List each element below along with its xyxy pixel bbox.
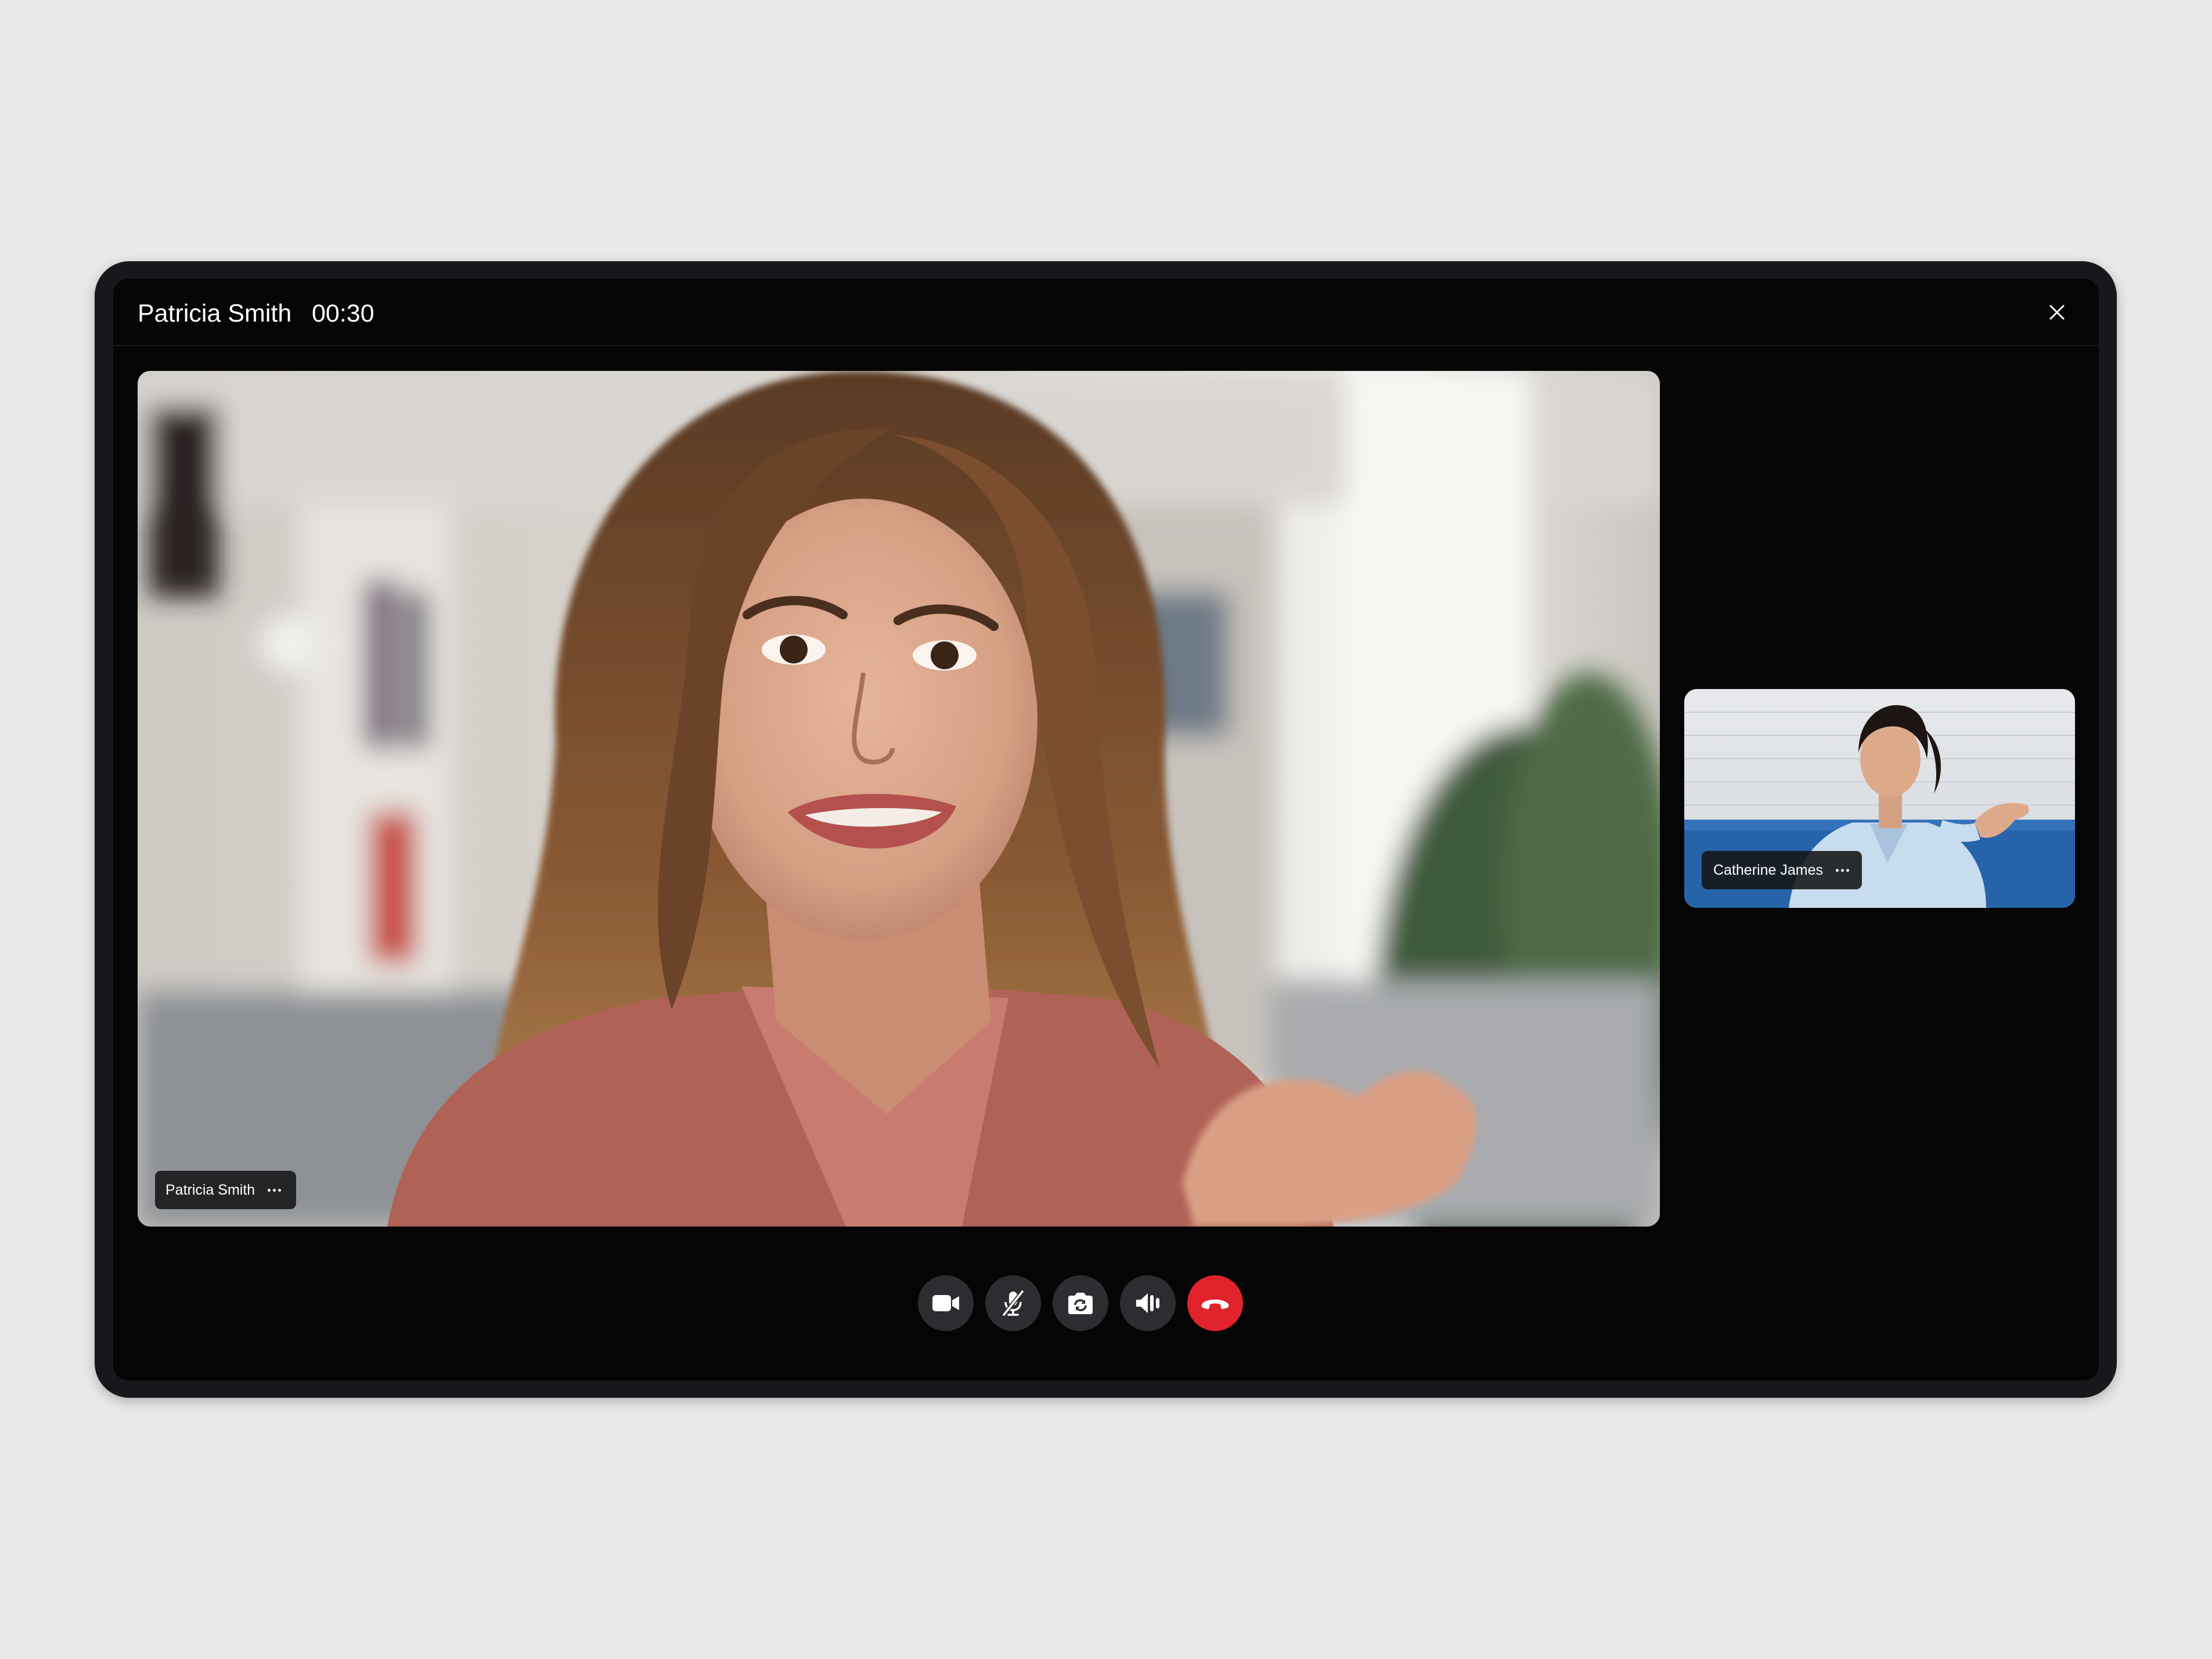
main-participant-name: Patricia Smith <box>165 1181 255 1198</box>
main-participant-more-icon[interactable] <box>268 1188 282 1192</box>
side-participant-label: Catherine James <box>1702 851 1862 889</box>
toggle-video-button[interactable] <box>918 1275 974 1331</box>
call-controls <box>918 1275 1243 1331</box>
speaker-button[interactable] <box>1120 1275 1176 1331</box>
speaker-icon <box>1136 1293 1159 1313</box>
video-call-window: Patricia Smith 00:30 Patricia Smith Cath… <box>113 279 2099 1380</box>
end-call-button[interactable] <box>1187 1275 1243 1331</box>
side-participant-name: Catherine James <box>1713 861 1823 878</box>
close-icon <box>2049 305 2065 320</box>
video-call-device-frame: Patricia Smith 00:30 Patricia Smith Cath… <box>95 261 2117 1398</box>
call-header: Patricia Smith 00:30 <box>113 279 2099 346</box>
side-participant-more-icon[interactable] <box>1835 868 1849 872</box>
switch-camera-icon <box>1068 1293 1093 1314</box>
close-button[interactable] <box>2042 297 2072 327</box>
call-timer: 00:30 <box>312 300 374 327</box>
side-video-tile[interactable]: Catherine James <box>1684 689 2075 908</box>
end-call-icon <box>1201 1299 1229 1310</box>
main-participant-label: Patricia Smith <box>155 1171 297 1209</box>
video-camera-icon <box>932 1295 959 1311</box>
main-video-feed <box>138 371 1660 1227</box>
main-video-tile[interactable]: Patricia Smith <box>138 371 1660 1227</box>
switch-camera-button[interactable] <box>1053 1275 1108 1331</box>
microphone-muted-icon <box>1002 1290 1024 1317</box>
caller-name: Patricia Smith <box>138 300 292 327</box>
toggle-microphone-button[interactable] <box>985 1275 1041 1331</box>
